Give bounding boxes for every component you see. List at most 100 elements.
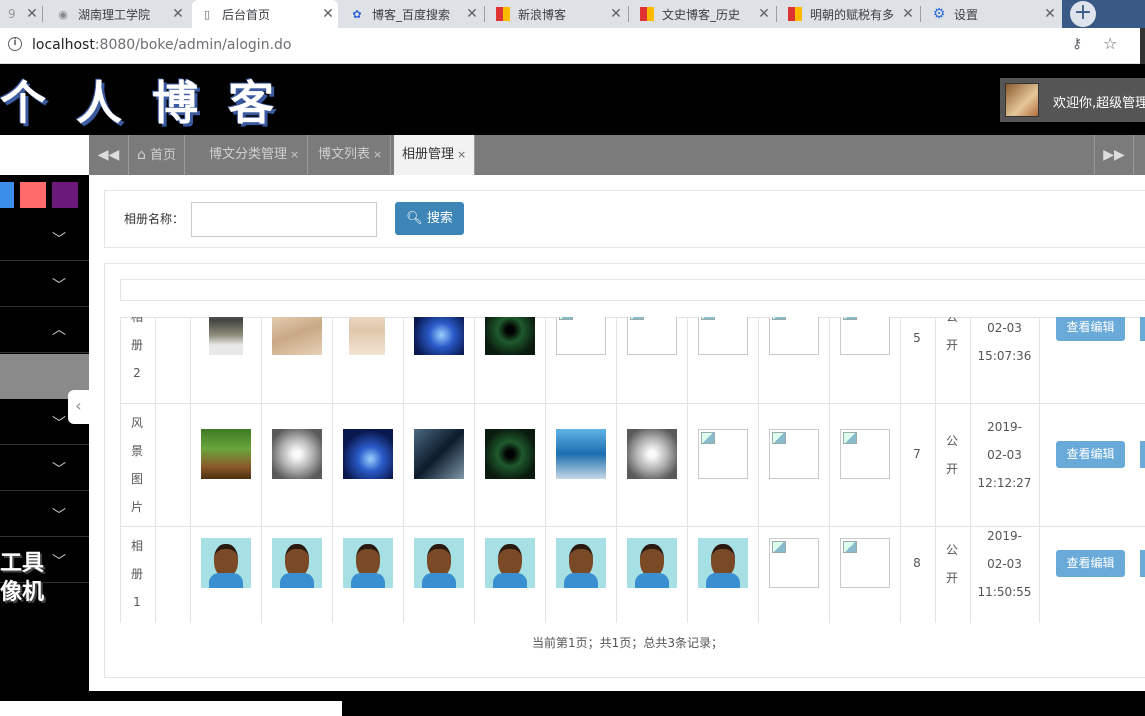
album-name-char: 片 <box>130 500 143 514</box>
album-name: 风 景 图 片 <box>120 409 154 521</box>
star-icon[interactable]: ☆ <box>1103 34 1117 53</box>
close-icon[interactable]: ✕ <box>754 6 774 22</box>
album-thumbnail[interactable] <box>414 317 464 355</box>
view-edit-button[interactable]: 查看编辑 <box>1056 441 1125 468</box>
sidebar-item-5[interactable]: ﹀ <box>0 445 89 491</box>
broken-image-icon[interactable] <box>556 317 606 355</box>
broken-image-icon[interactable] <box>769 429 819 479</box>
browser-tab-1[interactable]: ◉ 湖南理工学院 ✕ <box>48 0 188 28</box>
view-edit-button[interactable]: 查看编辑 <box>1056 550 1125 577</box>
new-tab-button[interactable]: + <box>1070 1 1096 27</box>
search-button[interactable]: 🔍︎ 搜索 <box>395 202 464 235</box>
browser-tab-2[interactable]: ✿ 博客_百度搜索 ✕ <box>342 0 482 28</box>
avatar[interactable] <box>1005 83 1039 117</box>
album-thumbnail[interactable] <box>556 538 606 588</box>
theme-swatch-red[interactable] <box>20 182 46 208</box>
broken-image-icon[interactable] <box>698 317 748 355</box>
delete-button[interactable] <box>1140 550 1145 577</box>
tab-blog-list[interactable]: 博文列表 × <box>310 135 392 175</box>
tab-separator <box>920 6 921 22</box>
tab-label: 首页 <box>150 148 177 163</box>
close-icon[interactable]: ✕ <box>898 6 918 22</box>
album-thumbnail[interactable] <box>627 429 677 479</box>
browser-tab-0[interactable]: 9 ✕ <box>0 0 42 28</box>
theme-swatch-blue[interactable] <box>0 182 14 208</box>
tabs-scroll-right-icon[interactable]: ▶▶ <box>1094 135 1134 175</box>
album-thumbnail[interactable] <box>349 317 385 355</box>
visibility: 公 开 <box>935 536 969 592</box>
close-icon[interactable]: × <box>290 148 299 161</box>
album-thumbnail[interactable] <box>627 538 677 588</box>
close-icon[interactable]: ✕ <box>318 6 338 22</box>
album-thumbnail[interactable] <box>201 429 251 479</box>
album-thumbnail[interactable] <box>485 538 535 588</box>
view-edit-button[interactable]: 查看编辑 <box>1056 317 1125 341</box>
album-thumbnail[interactable] <box>485 317 535 355</box>
browser-tab-5[interactable]: 明朝的赋税有多 ✕ <box>780 0 918 28</box>
album-table: 相 册 2 5 公 开 02-03 15:07:36 查看编辑 风 景 图 片 … <box>120 317 1145 623</box>
album-thumbnail[interactable] <box>414 429 464 479</box>
album-thumbnail[interactable] <box>343 429 393 479</box>
album-thumbnail[interactable] <box>698 538 748 588</box>
column-divider <box>403 317 404 623</box>
pagination-info: 当前第1页；共1页；总共3条记录； <box>532 636 723 650</box>
sidebar-item-1[interactable]: ﹀ <box>0 215 89 261</box>
album-thumbnail[interactable] <box>272 538 322 588</box>
browser-tab-6[interactable]: ⚙ 设置 ✕ <box>924 0 1060 28</box>
tab-home[interactable]: ⌂ 首页 <box>129 135 186 175</box>
datetime-line: 11:50:55 <box>977 585 1032 599</box>
broken-image-icon[interactable] <box>840 317 890 355</box>
close-icon[interactable]: ✕ <box>22 6 42 22</box>
album-thumbnail[interactable] <box>272 317 322 355</box>
tab-blog-category[interactable]: 博文分类管理 × <box>201 135 309 175</box>
browser-tab-3[interactable]: 新浪博客 ✕ <box>488 0 626 28</box>
visibility-char: 公 <box>945 317 958 324</box>
user-box[interactable]: 欢迎你,超级管理 <box>1000 78 1145 122</box>
browser-tab-active[interactable]: ▯ 后台首页 ✕ <box>192 0 338 28</box>
page-icon: ▯ <box>203 7 211 21</box>
tab-album-management[interactable]: 相册管理 × <box>394 135 476 175</box>
album-thumbnail[interactable] <box>485 429 535 479</box>
close-icon[interactable]: ✕ <box>606 6 626 22</box>
sidebar-item-3[interactable]: ︿ <box>0 307 89 353</box>
row-divider <box>120 403 1145 404</box>
broken-image-icon[interactable] <box>840 538 890 588</box>
datetime-line: 12:12:27 <box>977 476 1032 490</box>
sidebar-collapse-icon[interactable]: ‹ <box>68 390 89 424</box>
album-thumbnail[interactable] <box>272 429 322 479</box>
address-path: :8080/boke/admin/alogin.do <box>94 37 292 53</box>
address-bar[interactable]: i localhost:8080/boke/admin/alogin.do ⚷ … <box>0 28 1145 64</box>
theme-swatch-purple[interactable] <box>52 182 78 208</box>
browser-tab-4[interactable]: 文史博客_历史 ✕ <box>632 0 774 28</box>
delete-button[interactable] <box>1140 317 1145 341</box>
close-icon[interactable]: ✕ <box>1040 6 1060 22</box>
close-icon[interactable]: ✕ <box>168 6 188 22</box>
broken-image-icon[interactable] <box>769 538 819 588</box>
broken-image-icon[interactable] <box>627 317 677 355</box>
album-name-char: 2 <box>133 366 141 380</box>
sidebar-item-2[interactable]: ﹀ <box>0 261 89 307</box>
album-thumbnail[interactable] <box>201 538 251 588</box>
address-url[interactable]: localhost:8080/boke/admin/alogin.do <box>32 37 291 53</box>
key-icon[interactable]: ⚷ <box>1072 36 1082 52</box>
browser-tab-label: 博客_百度搜索 <box>372 7 451 22</box>
album-name-input[interactable] <box>191 202 377 237</box>
album-thumbnail[interactable] <box>209 317 243 355</box>
tabs-scroll-left-icon[interactable]: ◀◀ <box>89 135 129 175</box>
close-icon[interactable]: × <box>373 148 382 161</box>
delete-button[interactable] <box>1140 441 1145 468</box>
album-name-char: 册 <box>130 567 143 581</box>
close-icon[interactable]: × <box>457 148 466 161</box>
broken-image-icon[interactable] <box>769 317 819 355</box>
album-thumbnail[interactable] <box>414 538 464 588</box>
album-thumbnail[interactable] <box>556 429 606 479</box>
sidebar-item-6[interactable]: ﹀ <box>0 491 89 537</box>
broken-image-icon[interactable] <box>698 429 748 479</box>
browser-tab-label: 文史博客_历史 <box>662 7 741 22</box>
album-name-char: 相 <box>130 539 143 553</box>
info-icon[interactable]: i <box>8 37 22 51</box>
chevron-down-icon: ﹀ <box>52 278 66 294</box>
album-thumbnail[interactable] <box>343 538 393 588</box>
close-icon[interactable]: ✕ <box>462 6 482 22</box>
broken-image-icon[interactable] <box>840 429 890 479</box>
